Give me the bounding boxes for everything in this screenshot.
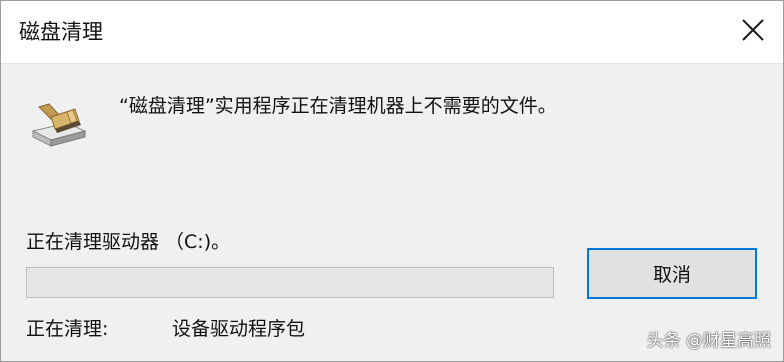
close-icon [742,19,764,41]
cancel-button[interactable]: 取消 [587,248,757,299]
disk-cleanup-dialog: 磁盘清理 “磁盘清理”实用程序正在清理机器上不需要的文件。 正在清理驱动器 （C… [0,0,784,362]
disk-cleanup-icon [27,101,91,149]
title-bar: 磁盘清理 [1,1,783,64]
cleaning-label: 正在清理: [26,318,109,340]
cleaning-item: 设备驱动程序包 [172,318,306,340]
progress-bar [26,267,554,298]
status-message: “磁盘清理”实用程序正在清理机器上不需要的文件。 [119,95,557,117]
drive-status-text: 正在清理驱动器 （C:)。 [26,231,231,253]
close-button[interactable] [721,1,783,63]
watermark: 头条 @财星高照 [646,331,771,351]
window-title: 磁盘清理 [19,20,103,44]
